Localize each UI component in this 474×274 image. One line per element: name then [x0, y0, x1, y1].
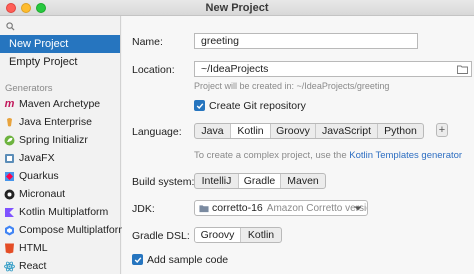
- generator-label: Java Enterprise: [19, 116, 92, 128]
- dsl-option-groovy[interactable]: Groovy: [195, 228, 241, 242]
- generator-label: Spring Initializr: [19, 134, 88, 146]
- build-option-gradle[interactable]: Gradle: [239, 174, 281, 188]
- title-bar: New Project: [0, 0, 474, 16]
- window-title: New Project: [205, 1, 269, 14]
- generator-label: JavaFX: [19, 152, 55, 164]
- javafx-icon: [4, 153, 15, 164]
- location-value: ~/IdeaProjects: [201, 63, 269, 75]
- location-hint: Project will be created in: ~/IdeaProjec…: [194, 81, 390, 91]
- micronaut-icon: [4, 189, 15, 200]
- complex-project-text: To create a complex project, use the: [194, 150, 350, 161]
- generator-label: React: [19, 260, 47, 272]
- close-window-button[interactable]: [6, 3, 16, 13]
- language-selector: Java Kotlin Groovy JavaScript Python: [194, 123, 424, 139]
- checkmark-icon: [196, 102, 203, 109]
- complex-project-hint: To create a complex project, use the Kot…: [194, 150, 462, 161]
- create-git-label: Create Git repository: [209, 100, 306, 112]
- react-icon: [4, 261, 15, 272]
- jdk-detail: Amazon Corretto versio: [266, 202, 368, 214]
- generator-javafx[interactable]: JavaFX: [0, 149, 120, 167]
- language-option-javascript[interactable]: JavaScript: [316, 124, 378, 138]
- folder-icon[interactable]: [457, 64, 468, 78]
- html-icon: [4, 243, 15, 254]
- generator-label: Micronaut: [19, 188, 66, 200]
- generator-compose-multiplatform[interactable]: Compose Multiplatform: [0, 221, 127, 239]
- generator-spring-initializr[interactable]: Spring Initializr: [0, 131, 120, 149]
- location-label: Location:: [132, 64, 175, 76]
- maximize-window-button[interactable]: [36, 3, 46, 13]
- build-option-intellij[interactable]: IntelliJ: [195, 174, 239, 188]
- build-system-label: Build system:: [132, 176, 195, 188]
- gradle-dsl-selector: Groovy Kotlin: [194, 227, 282, 243]
- build-option-maven[interactable]: Maven: [281, 174, 325, 188]
- sidebar-item-empty-project[interactable]: Empty Project: [0, 53, 120, 71]
- generator-label: Quarkus: [19, 170, 59, 182]
- spring-icon: [4, 135, 15, 146]
- jdk-value: corretto-16: [212, 202, 263, 214]
- generators-section-label: Generators: [5, 83, 53, 94]
- language-label: Language:: [132, 126, 182, 138]
- language-option-kotlin[interactable]: Kotlin: [231, 124, 271, 138]
- name-field[interactable]: greeting: [194, 33, 418, 49]
- generator-label: HTML: [19, 242, 48, 254]
- build-system-selector: IntelliJ Gradle Maven: [194, 173, 326, 189]
- generator-java-enterprise[interactable]: Java Enterprise: [0, 113, 120, 131]
- generator-html[interactable]: HTML: [0, 239, 120, 257]
- generator-label: Kotlin Multiplatform: [19, 206, 109, 218]
- maven-icon: m: [4, 98, 15, 110]
- generator-quarkus[interactable]: Quarkus: [0, 167, 120, 185]
- generator-micronaut[interactable]: Micronaut: [0, 185, 120, 203]
- jdk-folder-icon: [199, 204, 209, 212]
- generator-react[interactable]: React: [0, 257, 120, 274]
- jdk-label: JDK:: [132, 203, 155, 215]
- kotlin-templates-link[interactable]: Kotlin Templates generator: [349, 150, 462, 161]
- compose-icon: [4, 225, 15, 236]
- language-option-python[interactable]: Python: [378, 124, 423, 138]
- add-language-button[interactable]: +: [436, 123, 448, 137]
- create-git-checkbox[interactable]: [194, 100, 205, 111]
- generator-maven-archetype[interactable]: m Maven Archetype: [0, 95, 120, 113]
- java-enterprise-icon: [4, 117, 15, 128]
- sidebar-item-new-project[interactable]: New Project: [0, 35, 120, 53]
- sidebar: New Project Empty Project Generators m M…: [0, 16, 127, 274]
- location-field[interactable]: ~/IdeaProjects: [194, 61, 472, 77]
- project-form: Name: greeting Location: ~/IdeaProjects …: [122, 16, 474, 274]
- gradle-dsl-label: Gradle DSL:: [132, 230, 190, 242]
- generator-kotlin-multiplatform[interactable]: Kotlin Multiplatform: [0, 203, 120, 221]
- generator-label: Maven Archetype: [19, 98, 101, 110]
- search-icon: [6, 21, 15, 31]
- add-sample-code-checkbox[interactable]: [132, 254, 143, 265]
- minimize-window-button[interactable]: [21, 3, 31, 13]
- add-sample-code-label: Add sample code: [147, 254, 229, 266]
- quarkus-icon: [4, 171, 15, 182]
- generator-label: Compose Multiplatform: [19, 224, 127, 236]
- dsl-option-kotlin[interactable]: Kotlin: [241, 228, 281, 242]
- language-option-java[interactable]: Java: [195, 124, 231, 138]
- jdk-select[interactable]: corretto-16 Amazon Corretto versio: [194, 200, 368, 216]
- checkmark-icon: [134, 256, 141, 263]
- language-option-groovy[interactable]: Groovy: [271, 124, 316, 138]
- new-project-window: New Project New Project Empty Project Ge…: [0, 0, 474, 274]
- name-label: Name:: [132, 36, 163, 48]
- chevron-down-icon: [354, 206, 362, 210]
- kotlin-icon: [4, 207, 15, 218]
- sidebar-search[interactable]: [4, 18, 116, 34]
